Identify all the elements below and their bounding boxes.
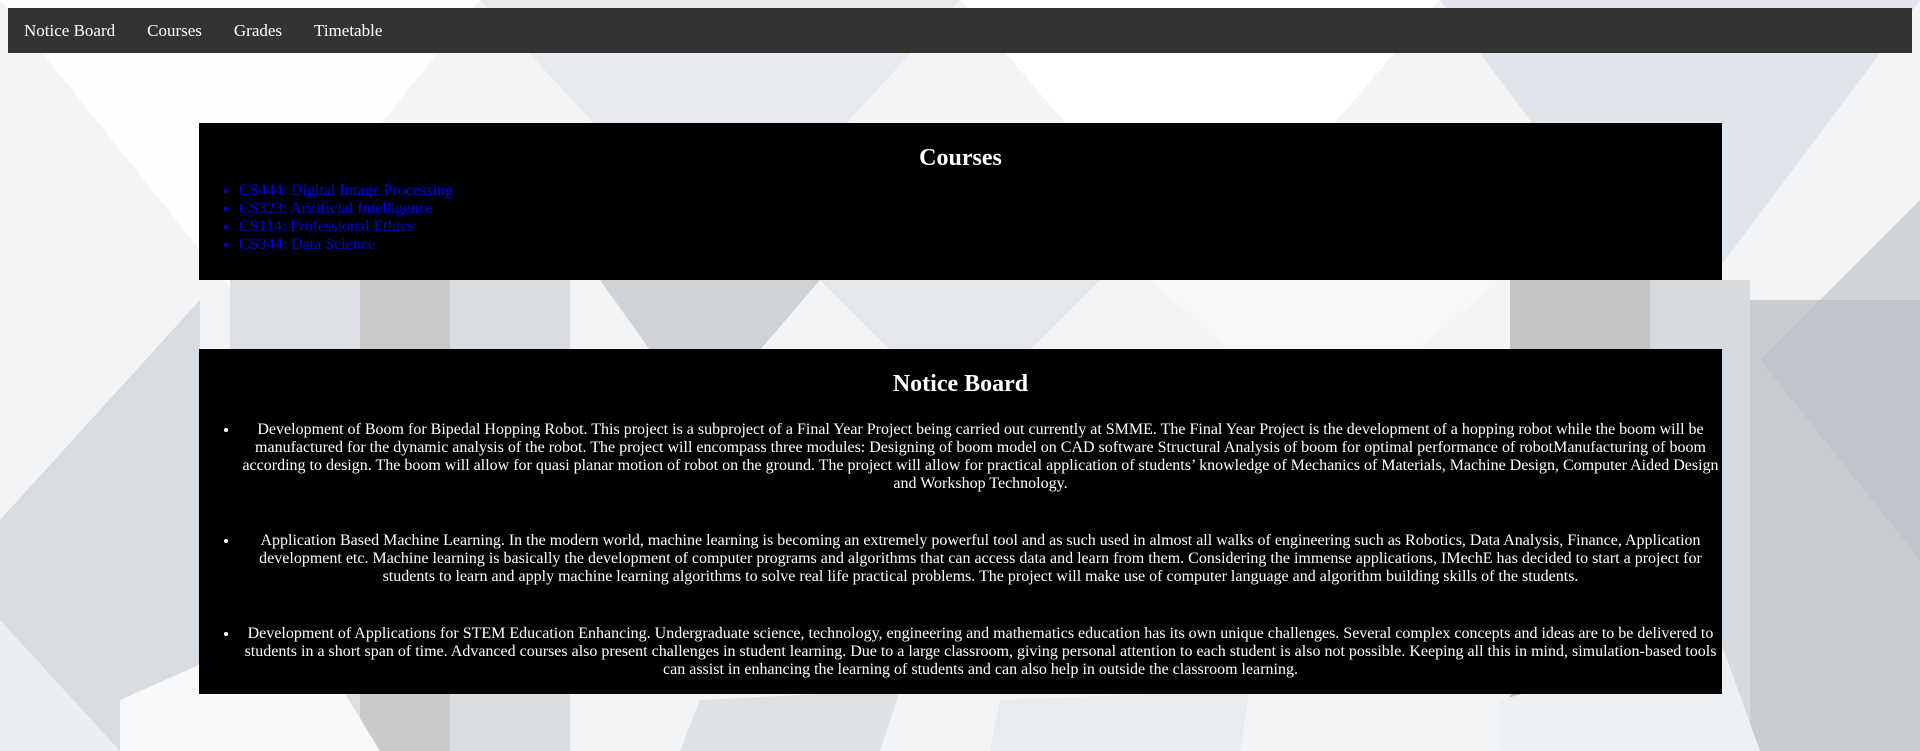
nav-item-notice-board[interactable]: Notice Board: [8, 8, 131, 53]
top-navbar: Notice Board Courses Grades Timetable: [8, 8, 1912, 53]
notice-item: Development of Applications for STEM Edu…: [239, 625, 1722, 679]
notice-board-title: Notice Board: [892, 371, 1029, 397]
course-list-item: CS344: Data Science: [239, 236, 1722, 254]
nav-item-timetable[interactable]: Timetable: [298, 8, 398, 53]
course-list-item: CS323: Aritificial Intelligence: [239, 200, 1722, 218]
notice-item: Application Based Machine Learning. In t…: [239, 532, 1722, 586]
notice-item: Development of Boom for Bipedal Hopping …: [239, 421, 1722, 493]
nav-item-grades[interactable]: Grades: [218, 8, 298, 53]
notice-list: Development of Boom for Bipedal Hopping …: [199, 421, 1722, 679]
nav-item-courses[interactable]: Courses: [131, 8, 218, 53]
course-link[interactable]: CS344: Data Science: [239, 236, 375, 253]
course-link[interactable]: CS323: Aritificial Intelligence: [239, 200, 433, 217]
course-list-item: CS114: Professional Ethics: [239, 218, 1722, 236]
notice-board-panel: Notice Board Development of Boom for Bip…: [199, 349, 1722, 694]
course-list: CS444: Digital Image Processing CS323: A…: [199, 182, 1722, 254]
courses-title: Courses: [919, 145, 1002, 171]
course-link[interactable]: CS444: Digital Image Processing: [239, 182, 453, 199]
course-link[interactable]: CS114: Professional Ethics: [239, 218, 414, 235]
course-list-item: CS444: Digital Image Processing: [239, 182, 1722, 200]
courses-panel: Courses CS444: Digital Image Processing …: [199, 123, 1722, 280]
